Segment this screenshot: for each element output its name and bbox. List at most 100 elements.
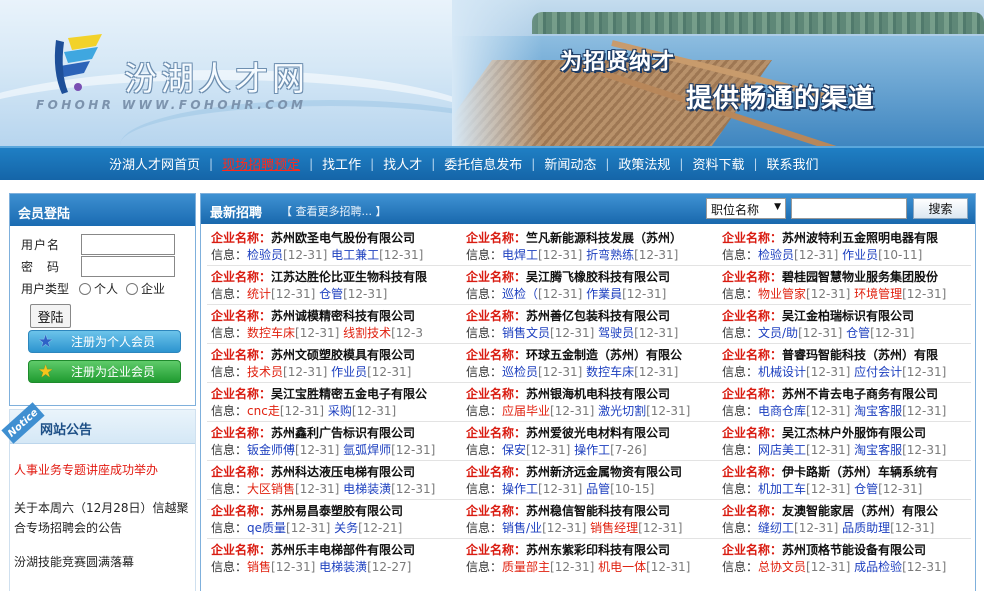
company-name-link[interactable]: 友澳智能家居（苏州）有限公 <box>782 504 938 518</box>
job-position-link[interactable]: 环境管理 <box>854 287 902 301</box>
company-name-link[interactable]: 苏州不肯去电子商务有限公司 <box>782 387 938 401</box>
job-position-link[interactable]: 质量部主 <box>502 560 550 574</box>
job-position-link[interactable]: 应付会计 <box>854 365 902 379</box>
job-position-link[interactable]: 机电一体 <box>598 560 646 574</box>
job-position-link[interactable]: 作業員 <box>586 287 622 301</box>
job-position-link[interactable]: 品管 <box>586 482 610 496</box>
job-position-link[interactable]: 大区销售 <box>247 482 295 496</box>
job-position-link[interactable]: 电工兼工 <box>331 248 379 262</box>
job-position-link[interactable]: 电焊工 <box>502 248 538 262</box>
company-name-link[interactable]: 苏州稳信智能科技有限公司 <box>526 504 670 518</box>
job-position-link[interactable]: 技术员 <box>247 365 283 379</box>
job-position-link[interactable]: 电商仓库 <box>758 404 806 418</box>
notice-item[interactable]: 关于本周六（12月28日）信越聚合专场招聘会的公告 <box>14 498 194 538</box>
job-position-link[interactable]: 应届毕业 <box>502 404 550 418</box>
job-position-link[interactable]: 总协文员 <box>758 560 806 574</box>
nav-item[interactable]: 找人才 <box>374 154 431 173</box>
usertype-radio-person[interactable]: 个人 <box>79 280 118 297</box>
more-jobs-link[interactable]: 【 查看更多招聘... 】 <box>281 203 386 219</box>
job-position-link[interactable]: 电梯装潢 <box>319 560 367 574</box>
job-position-link[interactable]: 折弯熟练 <box>586 248 634 262</box>
job-position-link[interactable]: 操作工 <box>502 482 538 496</box>
job-position-link[interactable]: 电梯装潢 <box>343 482 391 496</box>
job-position-link[interactable]: 仓管 <box>846 326 870 340</box>
job-position-link[interactable]: 巡检（ <box>502 287 538 301</box>
company-name-link[interactable]: 吴江宝胜精密五金电子有限公 <box>271 387 427 401</box>
job-position-link[interactable]: 销售 <box>247 560 271 574</box>
job-position-link[interactable]: 作业员 <box>331 365 367 379</box>
job-position-link[interactable]: 采购 <box>328 404 352 418</box>
job-position-link[interactable]: 关务 <box>334 521 358 535</box>
job-position-link[interactable]: 销售/业 <box>502 521 542 535</box>
job-position-link[interactable]: 品质助理 <box>842 521 890 535</box>
company-name-link[interactable]: 苏州文硕塑胶模具有限公司 <box>271 348 415 362</box>
company-name-link[interactable]: 苏州鑫利广告标识有限公司 <box>271 426 415 440</box>
job-position-link[interactable]: 驾驶员 <box>598 326 634 340</box>
job-position-link[interactable]: 操作工 <box>574 443 610 457</box>
fohohr-logo-icon[interactable] <box>50 32 108 96</box>
usertype-radio-company[interactable]: 企业 <box>126 280 165 297</box>
job-position-link[interactable]: 销售经理 <box>590 521 638 535</box>
register-person-button[interactable]: ★ 注册为个人会员 <box>28 330 181 353</box>
job-position-link[interactable]: 仓管 <box>319 287 343 301</box>
company-name-link[interactable]: 江苏达胜伦比亚生物科技有限 <box>271 270 427 284</box>
job-position-link[interactable]: 网店美工 <box>758 443 806 457</box>
register-company-button[interactable]: ★ 注册为企业会员 <box>28 360 181 383</box>
password-input[interactable] <box>81 256 175 277</box>
notice-item[interactable]: 人事业务专题讲座成功举办 <box>14 460 194 480</box>
login-button[interactable]: 登陆 <box>30 304 71 328</box>
search-field-select[interactable]: 职位名称 ▼ <box>706 198 786 219</box>
job-position-link[interactable]: 激光切割 <box>598 404 646 418</box>
company-name-link[interactable]: 竺凡新能源科技发展（苏州） <box>526 231 682 245</box>
job-position-link[interactable]: 保安 <box>502 443 526 457</box>
nav-item[interactable]: 找工作 <box>313 154 370 173</box>
search-input[interactable] <box>791 198 907 219</box>
company-name-link[interactable]: 苏州乐丰电梯部件有限公司 <box>271 543 415 557</box>
company-name-link[interactable]: 苏州易昌泰塑胶有限公司 <box>271 504 403 518</box>
username-input[interactable] <box>81 234 175 255</box>
company-name-link[interactable]: 苏州诚模精密科技有限公司 <box>271 309 415 323</box>
nav-item[interactable]: 新闻动态 <box>535 154 605 173</box>
company-name-link[interactable]: 伊卡路斯（苏州）车辆系统有 <box>782 465 938 479</box>
job-position-link[interactable]: 缝纫工 <box>758 521 794 535</box>
company-name-link[interactable]: 吴江金柏瑞标识有限公司 <box>782 309 914 323</box>
company-name-link[interactable]: 苏州新济远金属物资有限公司 <box>526 465 682 479</box>
job-position-link[interactable]: 检验员 <box>758 248 794 262</box>
job-position-link[interactable]: 线割技术 <box>343 326 391 340</box>
job-position-link[interactable]: 机械设计 <box>758 365 806 379</box>
company-name-link[interactable]: 苏州东紫彩印科技有限公司 <box>526 543 670 557</box>
job-position-link[interactable]: 仓管 <box>854 482 878 496</box>
company-name-link[interactable]: 普睿玛智能科技（苏州）有限 <box>782 348 938 362</box>
company-name-link[interactable]: 苏州爱彼光电材料有限公司 <box>526 426 670 440</box>
company-name-link[interactable]: 苏州波特利五金照明电器有限 <box>782 231 938 245</box>
job-position-link[interactable]: 巡检员 <box>502 365 538 379</box>
company-name-link[interactable]: 碧桂园智慧物业服务集团股份 <box>782 270 938 284</box>
nav-item[interactable]: 汾湖人才网首页 <box>100 154 209 173</box>
search-button[interactable]: 搜索 <box>913 198 968 219</box>
notice-item[interactable]: 汾湖技能竞赛圆满落幕 <box>14 552 194 572</box>
company-name-link[interactable]: 苏州善亿包装科技有限公司 <box>526 309 670 323</box>
job-position-link[interactable]: 统计 <box>247 287 271 301</box>
nav-item[interactable]: 政策法规 <box>609 154 679 173</box>
nav-item[interactable]: 资料下载 <box>683 154 753 173</box>
company-name-link[interactable]: 苏州科达液压电梯有限公司 <box>271 465 415 479</box>
job-position-link[interactable]: 数控车床 <box>247 326 295 340</box>
job-position-link[interactable]: 机加工车 <box>758 482 806 496</box>
nav-item[interactable]: 联系我们 <box>758 154 828 173</box>
company-name-link[interactable]: 环球五金制造（苏州）有限公 <box>526 348 682 362</box>
company-name-link[interactable]: 吴江腾飞橡胶科技有限公司 <box>526 270 670 284</box>
job-position-link[interactable]: 钣金师傅 <box>247 443 295 457</box>
job-position-link[interactable]: 文员/助 <box>758 326 798 340</box>
job-position-link[interactable]: 数控车床 <box>586 365 634 379</box>
nav-item[interactable]: 委托信息发布 <box>435 154 531 173</box>
company-name-link[interactable]: 吴江杰林户外服饰有限公司 <box>782 426 926 440</box>
nav-item[interactable]: 现场招聘预定 <box>213 154 309 173</box>
job-position-link[interactable]: 作业员 <box>842 248 878 262</box>
job-position-link[interactable]: cnc走 <box>247 404 280 418</box>
job-position-link[interactable]: 氩弧焊师 <box>343 443 391 457</box>
company-name-link[interactable]: 苏州银海机电科技有限公司 <box>526 387 670 401</box>
job-position-link[interactable]: 销售文员 <box>502 326 550 340</box>
job-position-link[interactable]: 淘宝客服 <box>854 443 902 457</box>
company-name-link[interactable]: 苏州顶格节能设备有限公司 <box>782 543 926 557</box>
job-position-link[interactable]: 成品检验 <box>854 560 902 574</box>
